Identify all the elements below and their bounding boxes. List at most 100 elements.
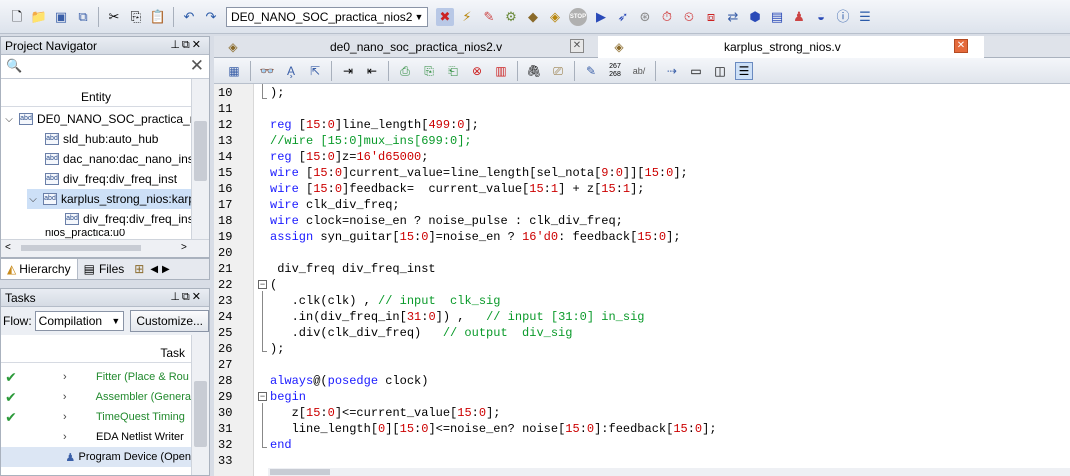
chevron-right-icon[interactable]: ›: [63, 391, 77, 403]
task-row[interactable]: › EDA Netlist Writer: [1, 427, 191, 447]
rtl-viewer-icon[interactable]: ⧈: [702, 8, 720, 26]
pin-icon[interactable]: ⊥: [170, 291, 182, 303]
toggle-comment-icon[interactable]: ab/: [630, 62, 648, 80]
clear-search-icon[interactable]: ✕: [190, 56, 204, 76]
task-row[interactable]: ✔ › Assembler (Genera: [1, 387, 191, 407]
pin-icon[interactable]: ⊥: [170, 39, 182, 51]
edit-icon[interactable]: ✎: [582, 62, 600, 80]
chip-plus-icon[interactable]: ◈: [546, 8, 564, 26]
fold-collapse-icon[interactable]: −: [258, 392, 267, 401]
tree-item[interactable]: abd dac_nano:dac_nano_inst: [45, 149, 191, 169]
feedback-icon[interactable]: ☰: [856, 8, 874, 26]
paste-icon[interactable]: 📋: [149, 8, 167, 26]
flow-select[interactable]: Compilation ▼: [34, 311, 125, 331]
tab-scroll-left-icon[interactable]: ◀: [150, 264, 158, 275]
template-icon[interactable]: ⎚: [549, 62, 567, 80]
tree-item[interactable]: nios_practica:u0: [45, 229, 191, 239]
tab-scroll-right-icon[interactable]: ▶: [162, 264, 170, 275]
chevron-right-icon[interactable]: ›: [63, 411, 77, 423]
expand-icon[interactable]: ⌵: [3, 114, 15, 125]
fitter-icon[interactable]: ⊛: [636, 8, 654, 26]
close-tab-icon[interactable]: ✕: [570, 39, 584, 53]
help-icon[interactable]: ⓘ: [834, 8, 852, 26]
new-file-icon[interactable]: 🗋: [8, 8, 26, 26]
expand-icon[interactable]: ⌵: [27, 194, 39, 205]
bookmark-prev-icon[interactable]: ⎗: [444, 62, 462, 80]
netlist-icon[interactable]: ⇄: [724, 8, 742, 26]
chevron-right-icon[interactable]: ›: [63, 431, 77, 443]
task-row[interactable]: › ♟ Program Device (Open: [1, 447, 191, 467]
tree-item-root[interactable]: ⌵ abd DE0_NANO_SOC_practica_nios: [3, 109, 191, 129]
play-icon[interactable]: ▶: [592, 8, 610, 26]
view-split-icon[interactable]: ◫: [711, 62, 729, 80]
scrollbar-thumb[interactable]: [194, 381, 207, 447]
analysis-synthesis-icon[interactable]: ➶: [614, 8, 632, 26]
float-icon[interactable]: ⧉: [182, 291, 192, 303]
stop-icon[interactable]: STOP: [569, 7, 587, 26]
save-all-icon[interactable]: ⧉: [74, 8, 92, 26]
panel-controls[interactable]: ⊥⧉✕: [170, 38, 203, 52]
bookmark-list-icon[interactable]: ▥: [492, 62, 510, 80]
tab-karplus-strong-nios[interactable]: ◈ karplus_strong_nios.v ✕: [598, 36, 984, 58]
document-icon[interactable]: ▦: [225, 62, 243, 80]
navigator-horizontal-scrollbar[interactable]: < >: [1, 239, 209, 257]
code-editor[interactable]: 10 11 12 13 14 15 16 17 18 19 20 21 22 2…: [214, 84, 1070, 476]
editor-horizontal-scrollbar[interactable]: [268, 468, 1070, 476]
bookmark-clear-icon[interactable]: ⊗: [468, 62, 486, 80]
pin-planner-icon[interactable]: ✎: [480, 8, 498, 26]
indent-icon[interactable]: ⇥: [339, 62, 357, 80]
copy-icon[interactable]: ⎘: [127, 8, 145, 26]
close-icon[interactable]: ✕: [192, 39, 203, 51]
close-tab-icon[interactable]: ✕: [954, 39, 968, 53]
tab-files[interactable]: ▤ Files: [78, 259, 131, 279]
tasks-vertical-scrollbar[interactable]: [191, 335, 209, 475]
redo-icon[interactable]: ↷: [202, 8, 220, 26]
close-icon[interactable]: ✕: [192, 291, 203, 303]
navigator-vertical-scrollbar[interactable]: [191, 79, 209, 239]
analysis-icon[interactable]: ⚡: [458, 8, 476, 26]
programmer-icon[interactable]: ♟: [790, 8, 808, 26]
timer-icon[interactable]: ⏲: [680, 8, 698, 26]
scroll-right-icon[interactable]: >: [181, 242, 187, 253]
find-replace-icon[interactable]: A̧: [282, 62, 300, 80]
view-single-icon[interactable]: ▭: [687, 62, 705, 80]
go-to-line-icon[interactable]: ⇱: [306, 62, 324, 80]
bookmark-icon[interactable]: ⎙: [396, 62, 414, 80]
tab-de0-nano-soc-practica-nios2[interactable]: ◈ de0_nano_soc_practica_nios2.v ✕: [214, 36, 598, 58]
panel-controls[interactable]: ⊥⧉✕: [170, 290, 203, 304]
chip-icon[interactable]: ◆: [524, 8, 542, 26]
open-folder-icon[interactable]: 📁: [30, 8, 48, 26]
attach-icon[interactable]: 🖇: [525, 62, 543, 80]
customize-button[interactable]: Customize...: [130, 310, 209, 332]
find-icon[interactable]: 👓: [258, 62, 276, 80]
bookmark-next-icon[interactable]: ⎘: [420, 62, 438, 80]
scrollbar-thumb[interactable]: [194, 121, 207, 181]
scrollbar-thumb[interactable]: [270, 469, 330, 475]
task-row[interactable]: ✔ › Fitter (Place & Rou: [1, 367, 191, 387]
chevron-right-icon[interactable]: ›: [63, 371, 77, 383]
design-units-icon[interactable]: ⊞: [134, 262, 144, 276]
project-select[interactable]: DE0_NANO_SOC_practica_nios2 ▼: [226, 6, 428, 27]
float-icon[interactable]: ⧉: [182, 39, 192, 51]
task-column-header[interactable]: Task: [1, 343, 191, 363]
cancel-compile-icon[interactable]: ✖: [436, 7, 454, 26]
ip-catalog-icon[interactable]: ◒: [812, 8, 830, 26]
fold-collapse-icon[interactable]: −: [258, 280, 267, 289]
tree-item[interactable]: abd div_freq:div_freq_inst: [45, 169, 191, 189]
tree-item-selected[interactable]: ⌵ abd karplus_strong_nios:karpl: [27, 189, 191, 209]
entity-column-header[interactable]: Entity: [1, 87, 191, 107]
tree-item[interactable]: abd sld_hub:auto_hub: [45, 129, 191, 149]
navigator-search-input[interactable]: 🔍 ✕: [1, 55, 209, 79]
timequest-icon[interactable]: ⏱: [658, 8, 676, 26]
scrollbar-thumb[interactable]: [21, 245, 141, 251]
wrap-icon[interactable]: ⇢: [663, 62, 681, 80]
undo-icon[interactable]: ↶: [180, 8, 198, 26]
tab-hierarchy[interactable]: ◭ Hierarchy: [1, 259, 78, 279]
tree-item[interactable]: abd div_freq:div_freq_ins: [65, 209, 191, 229]
scroll-left-icon[interactable]: <: [5, 242, 11, 253]
signaltap-icon[interactable]: ▤: [768, 8, 786, 26]
cut-icon[interactable]: ✂: [105, 8, 123, 26]
view-text-icon[interactable]: ☰: [735, 61, 753, 80]
chip-planner-icon[interactable]: ⬢: [746, 8, 764, 26]
settings-icon[interactable]: ⚙: [502, 8, 520, 26]
